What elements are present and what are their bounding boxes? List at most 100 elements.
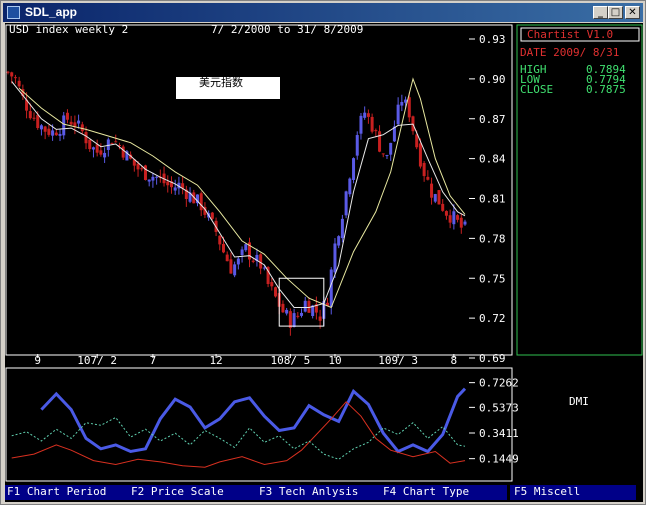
minimize-icon: _ bbox=[598, 7, 603, 18]
indicator-label: DMI bbox=[569, 395, 589, 408]
candle-body bbox=[463, 221, 467, 225]
candle-body bbox=[296, 315, 300, 317]
candle-body bbox=[51, 130, 55, 136]
candle-body bbox=[374, 130, 378, 132]
candle-body bbox=[378, 131, 382, 152]
chart-symbol: USD index weekly 2 bbox=[9, 23, 128, 36]
close-button[interactable]: ✕ bbox=[625, 6, 640, 19]
candle-body bbox=[400, 101, 404, 106]
info-close-label: CLOSE bbox=[520, 83, 553, 96]
candle-body bbox=[270, 282, 274, 287]
candle-body bbox=[433, 194, 437, 202]
candle-body bbox=[28, 111, 32, 119]
candle-body bbox=[58, 133, 62, 136]
app-window: SDL_app _ □ ✕ USD index weekly 2 7/ 2/20… bbox=[0, 0, 646, 505]
candle-body bbox=[140, 168, 144, 170]
candle-body bbox=[95, 144, 99, 153]
minimize-button[interactable]: _ bbox=[593, 6, 608, 19]
price-x-axis: 9 107/ 2 7 12 108/ 5 10 109/ 3 8 bbox=[34, 354, 457, 367]
candle-body bbox=[355, 135, 359, 156]
chart-canvas[interactable]: USD index weekly 2 7/ 2/2000 to 31/ 8/20… bbox=[5, 23, 643, 485]
candle-body bbox=[366, 113, 370, 117]
candle-body bbox=[91, 147, 95, 150]
candle-body bbox=[88, 139, 92, 150]
candle-body bbox=[337, 236, 341, 246]
annotation-label: 美元指数 bbox=[199, 75, 243, 89]
app-icon bbox=[7, 6, 20, 19]
candle-body bbox=[352, 158, 356, 180]
candle-body bbox=[13, 77, 17, 79]
candle-body bbox=[143, 165, 147, 180]
price-y-axis: 0.93 0.90 0.87 0.84 0.81 0.78 0.75 0.72 0.69 bbox=[469, 33, 506, 365]
price-panel-frame bbox=[5, 24, 513, 356]
candle-body bbox=[407, 97, 411, 118]
price-tick-label: 0.93 bbox=[479, 33, 506, 46]
candle-body bbox=[456, 215, 460, 220]
candle-body bbox=[251, 260, 255, 262]
price-tick-label: 0.72 bbox=[479, 312, 506, 325]
indicator-panel-frame bbox=[5, 367, 513, 482]
candle-body bbox=[6, 71, 10, 73]
candle-body bbox=[344, 191, 348, 216]
fkey-chart-type[interactable]: F4 Chart Type bbox=[383, 485, 469, 500]
candle-body bbox=[155, 176, 159, 178]
fkey-tech-analysis[interactable]: F3 Tech Anlysis bbox=[259, 485, 358, 500]
candle-body bbox=[444, 211, 448, 216]
maximize-icon: □ bbox=[610, 7, 621, 18]
candle-body bbox=[210, 212, 214, 219]
price-tick-label: 0.90 bbox=[479, 73, 506, 86]
chart-date-range: 7/ 2/2000 to 31/ 8/2009 bbox=[211, 23, 363, 36]
price-tick-label: 0.78 bbox=[479, 232, 506, 245]
candle-body bbox=[452, 211, 456, 225]
candle-body bbox=[114, 141, 118, 143]
candle-body bbox=[62, 115, 66, 136]
dmi-series bbox=[11, 387, 467, 468]
fkey-miscell[interactable]: F5 Miscell bbox=[514, 485, 580, 500]
candle-body bbox=[121, 146, 125, 158]
fkey-price-scale[interactable]: F2 Price Scale bbox=[131, 485, 224, 500]
price-tick-label: 0.81 bbox=[479, 193, 506, 206]
candlestick-series bbox=[6, 70, 467, 336]
candle-body bbox=[173, 187, 177, 191]
candle-body bbox=[359, 115, 363, 134]
candle-body bbox=[233, 264, 237, 276]
candle-body bbox=[73, 122, 77, 127]
candle-body bbox=[274, 287, 278, 297]
candle-body bbox=[43, 126, 47, 132]
candle-body bbox=[84, 132, 88, 144]
candle-body bbox=[259, 254, 263, 269]
title-bar[interactable]: SDL_app _ □ ✕ bbox=[3, 3, 643, 22]
dmi-y-axis: 0.7262 0.5373 0.3411 0.1449 bbox=[469, 377, 519, 466]
window-title: SDL_app bbox=[25, 5, 78, 19]
function-key-bar: F1 Chart Period F2 Price Scale F3 Tech A… bbox=[5, 485, 643, 500]
price-tick-label: 0.75 bbox=[479, 272, 506, 285]
maximize-button[interactable]: □ bbox=[608, 6, 623, 19]
candle-body bbox=[281, 303, 285, 313]
candle-body bbox=[39, 125, 43, 130]
candle-body bbox=[10, 72, 14, 77]
candle-body bbox=[65, 112, 69, 120]
candle-body bbox=[396, 104, 400, 125]
candle-body bbox=[244, 244, 248, 251]
x-tick-label: 107/ 2 bbox=[77, 354, 117, 367]
app-name: Chartist V1.0 bbox=[527, 28, 613, 41]
price-tick-label: 0.87 bbox=[479, 113, 506, 126]
candle-body bbox=[103, 152, 107, 158]
info-date: DATE 2009/ 8/31 bbox=[520, 46, 619, 59]
candle-body bbox=[240, 249, 244, 256]
candle-body bbox=[36, 114, 40, 128]
x-tick-label: 7 bbox=[150, 354, 157, 367]
candle-body bbox=[147, 179, 151, 182]
candle-body bbox=[381, 153, 385, 155]
candle-body bbox=[32, 117, 36, 119]
candle-body bbox=[418, 143, 422, 167]
x-tick-label: 9 bbox=[34, 354, 41, 367]
x-tick-label: 12 bbox=[209, 354, 222, 367]
candle-body bbox=[318, 316, 322, 321]
candle-body bbox=[221, 243, 225, 253]
price-tick-label: 0.69 bbox=[479, 352, 506, 365]
chart-screen: USD index weekly 2 7/ 2/2000 to 31/ 8/20… bbox=[5, 23, 643, 502]
candle-body bbox=[225, 254, 229, 262]
highlight-box bbox=[278, 277, 325, 327]
fkey-chart-period[interactable]: F1 Chart Period bbox=[7, 485, 106, 500]
